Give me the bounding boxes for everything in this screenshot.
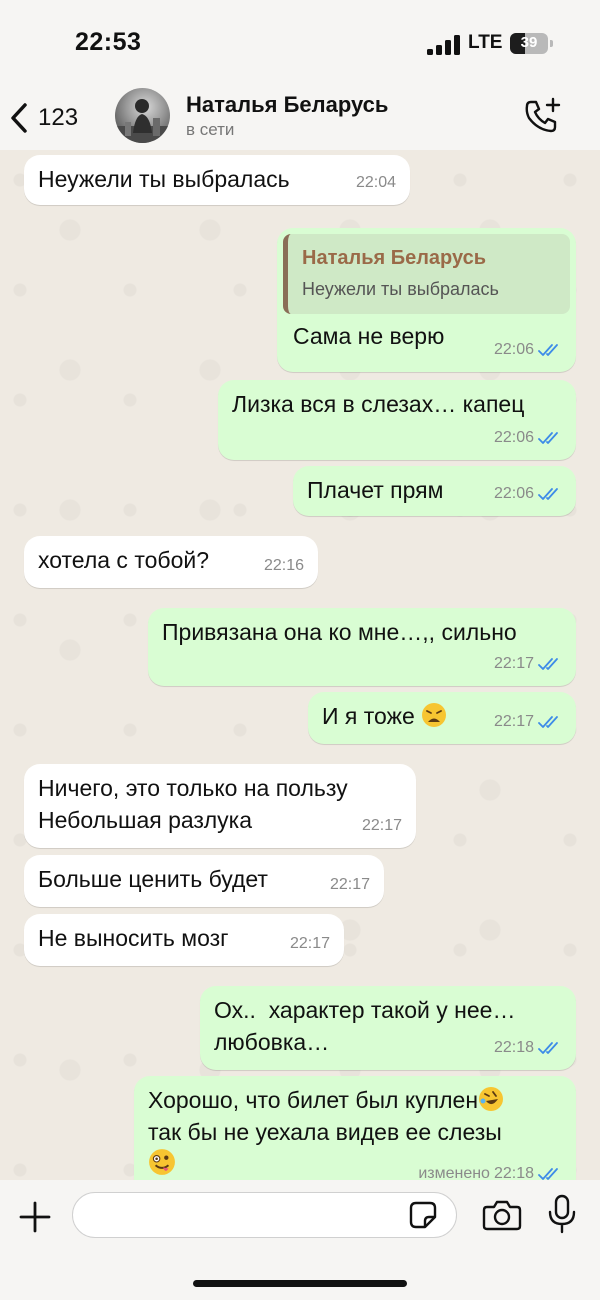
reply-quote-text: Неужели ты выбралась <box>302 279 499 299</box>
message-text: Не выносить мозг <box>38 925 229 951</box>
message-text: Привязана она ко мне…,, сильно <box>162 619 517 645</box>
message-incoming[interactable]: Не выносить мозг 22:17 <box>24 914 344 966</box>
message-meta: 22:04 <box>356 167 396 199</box>
message-time: 22:17 <box>329 876 370 893</box>
message-text: Ничего, это только на пользу Небольшая р… <box>38 775 348 833</box>
camera-icon[interactable] <box>482 1198 522 1232</box>
message-outgoing[interactable]: Наталья Беларусь Неужели ты выбралась Са… <box>277 228 576 372</box>
signal-icon <box>427 35 460 55</box>
double-check-icon <box>538 344 558 356</box>
chevron-left-icon <box>11 103 27 133</box>
message-time: 22:17 <box>361 817 402 834</box>
message-meta: 22:17 <box>494 648 562 680</box>
message-text-content: И я тоже <box>322 703 415 729</box>
message-outgoing[interactable]: И я тоже 22:17 <box>308 692 576 744</box>
message-time: 22:06 <box>493 341 534 358</box>
double-check-icon <box>538 1042 558 1054</box>
message-time: 22:17 <box>493 655 534 672</box>
message-outgoing[interactable]: Хорошо, что билет был куплен так бы не у… <box>134 1076 576 1180</box>
message-text-line: так бы не уехала видев ее слезы <box>148 1119 502 1145</box>
message-outgoing[interactable]: Плачет прям 22:06 <box>293 466 576 516</box>
sticker-icon[interactable] <box>408 1200 438 1230</box>
message-input[interactable] <box>72 1192 457 1238</box>
message-time: 22:17 <box>289 935 330 952</box>
message-meta: изменено 22:18 <box>418 1158 562 1180</box>
battery-nub <box>550 40 553 47</box>
message-meta: 22:18 <box>494 1032 562 1064</box>
battery-icon: 39 <box>510 33 548 54</box>
message-meta: 22:06 <box>494 422 562 454</box>
unread-count: 123 <box>38 104 79 131</box>
message-time: 22:06 <box>493 429 534 446</box>
message-text: Неужели ты выбралась <box>38 166 290 192</box>
message-meta: 22:16 <box>264 550 304 582</box>
message-meta: 22:17 <box>290 928 330 960</box>
message-incoming[interactable]: Неужели ты выбралась 22:04 <box>24 155 410 205</box>
avatar[interactable] <box>115 88 170 143</box>
message-meta: 22:06 <box>494 478 562 510</box>
message-time: 22:06 <box>493 485 534 502</box>
status-time: 22:53 <box>75 28 142 56</box>
double-check-icon <box>538 658 558 670</box>
contact-presence: в сети <box>186 120 235 139</box>
contact-name[interactable]: Наталья Беларусь <box>186 92 388 118</box>
message-incoming[interactable]: хотела с тобой? 22:16 <box>24 536 318 588</box>
message-text-line: Хорошо, что билет был куплен <box>148 1087 479 1113</box>
message-meta: 22:06 <box>494 334 562 366</box>
zany-face-icon <box>149 1149 175 1175</box>
reply-quote-author: Наталья Беларусь <box>302 247 487 269</box>
message-outgoing[interactable]: Ох.. характер такой у нее… любовка… 22:1… <box>200 986 576 1070</box>
status-bar: 22:53 LTE 39 <box>0 0 600 86</box>
weary-face-icon <box>422 703 447 727</box>
message-time: 22:17 <box>493 713 534 730</box>
message-time: 22:18 <box>493 1165 534 1180</box>
message-incoming[interactable]: Ничего, это только на пользу Небольшая р… <box>24 764 416 848</box>
message-list[interactable]: Неужели ты выбралась 22:04 Наталья Белар… <box>0 150 600 1180</box>
home-indicator <box>193 1280 407 1287</box>
rofl-face-icon <box>479 1087 504 1111</box>
message-meta: 22:17 <box>494 706 562 738</box>
double-check-icon <box>538 432 558 444</box>
double-check-icon <box>538 488 558 500</box>
back-button[interactable]: 123 <box>10 100 95 136</box>
double-check-icon <box>538 1168 558 1180</box>
message-text: Больше ценить будет <box>38 866 268 892</box>
message-time: 22:18 <box>493 1039 534 1056</box>
network-type: LTE <box>468 32 503 53</box>
message-time: 22:16 <box>263 557 304 574</box>
message-meta: 22:17 <box>362 810 402 842</box>
reply-quote[interactable]: Наталья Беларусь Неужели ты выбралась <box>283 234 570 314</box>
phone-add-icon[interactable] <box>522 96 562 136</box>
edited-label: изменено <box>418 1165 490 1180</box>
microphone-icon[interactable] <box>547 1194 577 1234</box>
battery-level: 39 <box>520 34 538 51</box>
chat-header: 123 Наталья Беларусь в сети <box>0 86 600 150</box>
plus-icon[interactable] <box>18 1200 52 1234</box>
message-time: 22:04 <box>355 174 396 191</box>
message-outgoing[interactable]: Привязана она ко мне…,, сильно 22:17 <box>148 608 576 686</box>
message-text: Лизка вся в слезах… капец <box>232 391 525 417</box>
avatar-photo <box>115 99 170 143</box>
message-meta: 22:17 <box>330 869 370 901</box>
message-outgoing[interactable]: Лизка вся в слезах… капец 22:06 <box>218 380 576 460</box>
message-incoming[interactable]: Больше ценить будет 22:17 <box>24 855 384 907</box>
double-check-icon <box>538 716 558 728</box>
